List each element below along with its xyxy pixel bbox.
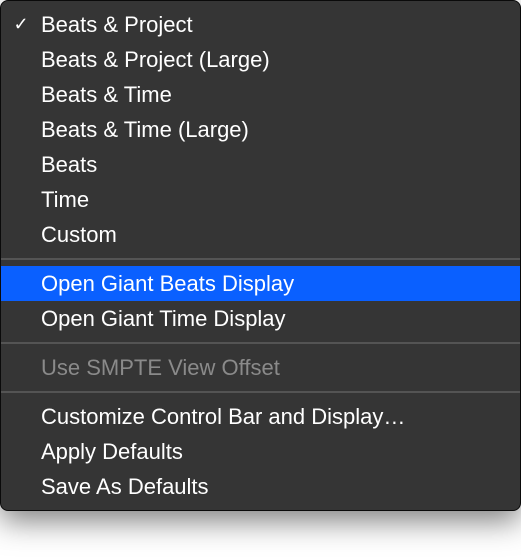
menu-item-beats-project-large[interactable]: Beats & Project (Large) — [1, 42, 520, 77]
menu-item-beats-time[interactable]: Beats & Time — [1, 77, 520, 112]
menu-item-label: Save As Defaults — [41, 474, 504, 500]
menu-item-beats-project[interactable]: ✓Beats & Project — [1, 7, 520, 42]
menu-separator — [1, 391, 520, 393]
menu-item-label: Beats & Project (Large) — [41, 47, 504, 73]
menu-item-label: Beats & Time (Large) — [41, 117, 504, 143]
menu-item-apply-defaults[interactable]: Apply Defaults — [1, 434, 520, 469]
menu-item-open-giant-beats-display[interactable]: Open Giant Beats Display — [1, 266, 520, 301]
menu-item-label: Beats — [41, 152, 504, 178]
menu-item-label: Customize Control Bar and Display… — [41, 404, 504, 430]
menu-separator — [1, 258, 520, 260]
menu-item-beats[interactable]: Beats — [1, 147, 520, 182]
menu-item-label: Beats & Time — [41, 82, 504, 108]
menu-item-label: Apply Defaults — [41, 439, 504, 465]
menu-item-time[interactable]: Time — [1, 182, 520, 217]
menu-item-label: Time — [41, 187, 504, 213]
menu-item-use-smpte-view-offset: Use SMPTE View Offset — [1, 350, 520, 385]
menu-item-label: Custom — [41, 222, 504, 248]
menu-item-label: Open Giant Beats Display — [41, 271, 504, 297]
menu-item-custom[interactable]: Custom — [1, 217, 520, 252]
menu-item-customize-control-bar[interactable]: Customize Control Bar and Display… — [1, 399, 520, 434]
menu-item-open-giant-time-display[interactable]: Open Giant Time Display — [1, 301, 520, 336]
menu-item-label: Open Giant Time Display — [41, 306, 504, 332]
menu-separator — [1, 342, 520, 344]
menu-item-beats-time-large[interactable]: Beats & Time (Large) — [1, 112, 520, 147]
menu-item-label: Use SMPTE View Offset — [41, 355, 504, 381]
context-menu: ✓Beats & Project Beats & Project (Large) B… — [0, 0, 521, 511]
menu-item-label: Beats & Project — [41, 12, 504, 38]
menu-item-save-as-defaults[interactable]: Save As Defaults — [1, 469, 520, 504]
checkmark-icon: ✓ — [1, 14, 41, 35]
